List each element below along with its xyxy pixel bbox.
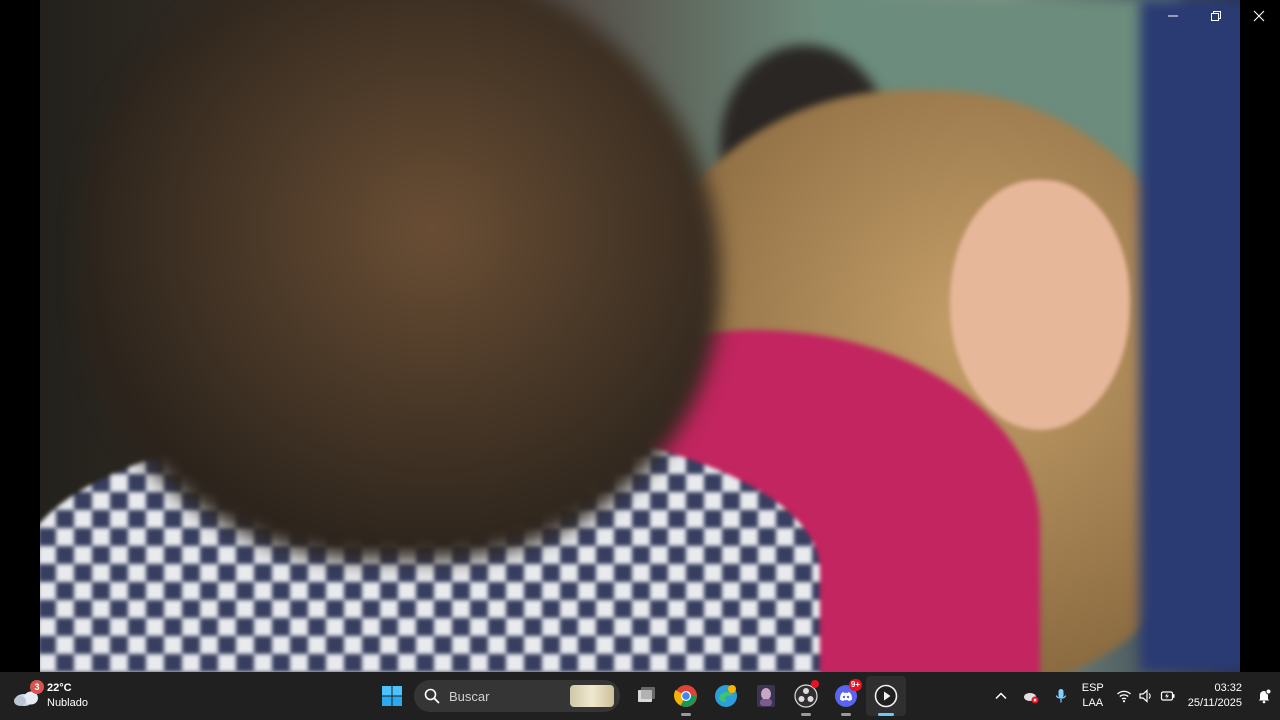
clock-time: 03:32	[1214, 682, 1242, 694]
language-indicator[interactable]: ESP LAA	[1076, 681, 1110, 711]
weather-temperature: 22°C	[47, 682, 72, 694]
notifications-button[interactable]	[1250, 676, 1278, 716]
wifi-icon	[1116, 690, 1131, 703]
media-player-icon	[874, 684, 898, 708]
task-view-icon	[638, 687, 655, 702]
show-hidden-icons-button[interactable]	[986, 676, 1016, 716]
video-player-window[interactable]	[0, 0, 1280, 672]
close-icon	[1253, 10, 1264, 22]
taskbar-app-discord[interactable]: 9+	[826, 676, 866, 716]
weather-condition: Nublado	[47, 697, 88, 709]
cloudy-icon: 3	[12, 680, 44, 708]
minimize-button[interactable]	[1151, 0, 1194, 32]
obs-recording-badge	[811, 680, 819, 688]
battery-charging-icon	[1160, 691, 1175, 701]
system-tray: ESP LAA 03:32 25/11/2025	[986, 672, 1280, 720]
language-code: ESP	[1081, 682, 1104, 694]
taskbar-app-chrome[interactable]	[666, 676, 706, 716]
chevron-up-icon	[995, 692, 1007, 700]
running-indicator	[801, 713, 811, 716]
search-box[interactable]: Buscar	[414, 680, 620, 712]
minimize-icon	[1167, 15, 1178, 17]
scene-woman-face	[950, 180, 1130, 430]
restore-button[interactable]	[1194, 0, 1237, 32]
search-highlight-image	[570, 685, 614, 707]
keyboard-layout: LAA	[1082, 697, 1104, 709]
volume-icon	[1139, 689, 1151, 703]
photo-icon	[757, 685, 775, 707]
search-placeholder: Buscar	[449, 688, 490, 704]
taskbar-app-edge[interactable]	[706, 676, 746, 716]
taskbar: 3 22°C Nublado Buscar 9+ ESP LAA 03:32 2…	[0, 672, 1280, 720]
clock-date: 25/11/2025	[1187, 697, 1242, 709]
taskbar-app-media-player[interactable]	[866, 676, 906, 716]
tray-icon-app[interactable]	[1016, 676, 1046, 716]
microphone-icon	[1055, 689, 1066, 703]
restore-icon	[1210, 11, 1221, 21]
edge-icon	[715, 685, 737, 707]
taskbar-center: Buscar 9+	[372, 676, 906, 716]
weather-widget[interactable]: 3 22°C Nublado	[12, 678, 88, 714]
weather-badge: 3	[30, 680, 44, 694]
search-icon	[424, 688, 440, 704]
chrome-icon	[674, 685, 697, 707]
scene-foreground-head	[80, 0, 720, 560]
video-frame[interactable]	[40, 0, 1240, 672]
task-view-button[interactable]	[626, 676, 666, 716]
discord-badge: 9+	[848, 679, 862, 691]
close-button[interactable]	[1237, 0, 1280, 32]
taskbar-app-photo[interactable]	[746, 676, 786, 716]
start-button[interactable]	[372, 676, 412, 716]
active-indicator	[878, 713, 894, 716]
window-controls	[1151, 0, 1280, 32]
windows-logo-icon	[382, 686, 402, 706]
cloud-error-icon	[1023, 693, 1039, 704]
running-indicator	[841, 713, 851, 716]
microphone-button[interactable]	[1046, 676, 1076, 716]
quick-settings-button[interactable]	[1110, 676, 1182, 716]
taskbar-app-obs[interactable]	[786, 676, 826, 716]
clock[interactable]: 03:32 25/11/2025	[1182, 681, 1250, 711]
running-indicator	[681, 713, 691, 716]
notification-bell-icon	[1259, 688, 1272, 704]
scene-blue-jacket	[1140, 0, 1240, 672]
